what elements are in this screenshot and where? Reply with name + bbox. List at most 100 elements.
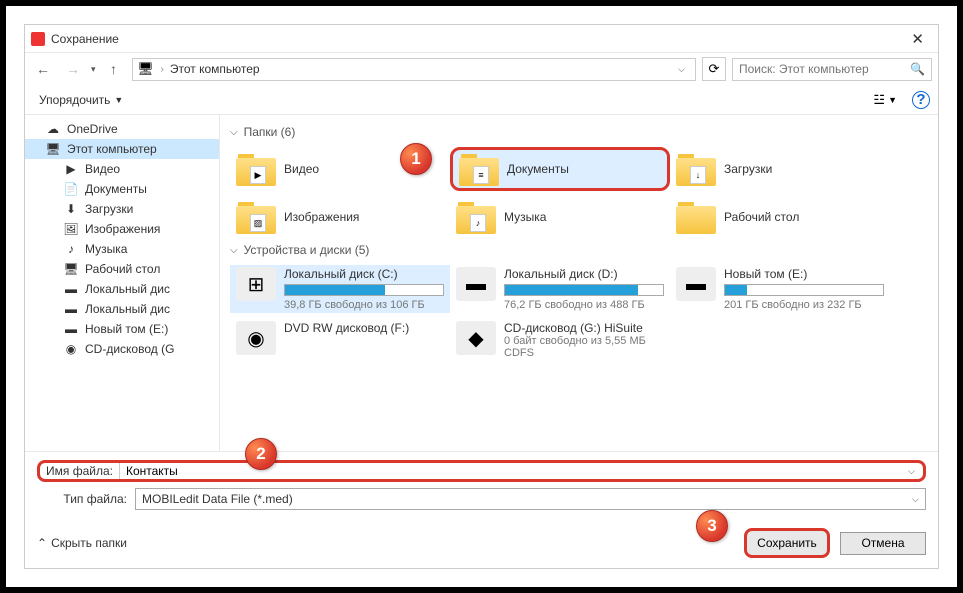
sidebar-item-4[interactable]: ⬇Загрузки: [25, 199, 219, 219]
drive-free-space: 0 байт свободно из 5,55 МБ: [504, 335, 664, 347]
drive-fs: CDFS: [504, 347, 664, 359]
drive-usage-bar: [504, 284, 664, 296]
callout-badge-1: 1: [400, 143, 432, 175]
window-title: Сохранение: [51, 32, 903, 46]
help-icon[interactable]: ?: [912, 91, 930, 109]
sidebar-item-9[interactable]: ▬ Локальный дис: [25, 299, 219, 319]
organize-button[interactable]: Упорядочить ▼: [33, 89, 129, 111]
sidebar-item-0[interactable]: ☁ OneDrive: [25, 119, 219, 139]
address-dropdown-icon[interactable]: ⌵: [672, 64, 691, 75]
view-options-button[interactable]: ☳ ▼: [868, 89, 902, 111]
drive-icon: ◉: [236, 321, 276, 355]
folder-name: Изображения: [284, 210, 359, 224]
sidebar-item-10[interactable]: ▬Новый том (E:): [25, 319, 219, 339]
drive-icon: ▬: [63, 281, 79, 297]
folder-icon: ↓: [676, 152, 716, 186]
hide-folders-button[interactable]: ⌃ Скрыть папки: [37, 536, 127, 550]
sidebar-item-2[interactable]: ▶Видео: [25, 159, 219, 179]
nav-up-icon[interactable]: ↑: [102, 57, 126, 81]
search-box[interactable]: 🔍: [732, 58, 932, 81]
nav-history-dropdown[interactable]: ▾: [91, 64, 96, 75]
sidebar-item-8[interactable]: ▬Локальный дис: [25, 279, 219, 299]
picture-icon: 🖼: [63, 221, 79, 237]
drive-name: Локальный диск (D:): [504, 267, 664, 281]
sidebar-item-label: OneDrive: [67, 122, 118, 136]
drive-name: Локальный диск (C:): [284, 267, 444, 281]
sidebar-item-label: Рабочий стол: [85, 262, 160, 276]
cd-icon: ◉: [63, 341, 79, 357]
drive-item[interactable]: ▬Новый том (E:)201 ГБ свободно из 232 ГБ: [670, 265, 890, 313]
drive-icon: ▬: [63, 321, 79, 337]
filetype-combo[interactable]: MOBILedit Data File (*.med) ⌵: [135, 488, 926, 510]
music-icon: ♪: [63, 241, 79, 257]
drive-free-space: 76,2 ГБ свободно из 488 ГБ: [504, 299, 664, 311]
folder-item[interactable]: ↓Загрузки: [670, 147, 890, 191]
refresh-icon[interactable]: ⟳: [702, 57, 726, 81]
chevron-down-icon: ▼: [114, 95, 123, 105]
desktop-icon: 🖥: [63, 261, 79, 277]
save-button[interactable]: Сохранить: [744, 528, 830, 558]
nav-back-icon[interactable]: ←: [31, 57, 55, 81]
folder-icon: ▨: [236, 200, 276, 234]
chevron-right-icon: ›: [161, 64, 164, 75]
folder-item[interactable]: ♪Музыка: [450, 195, 670, 239]
folder-item[interactable]: ▨ Изображения: [230, 195, 450, 239]
close-icon[interactable]: ✕: [903, 30, 932, 48]
callout-badge-3: 3: [696, 510, 728, 542]
chevron-up-icon: ⌃: [37, 536, 47, 550]
callout-badge-2: 2: [245, 438, 277, 470]
sidebar-item-7[interactable]: 🖥 Рабочий стол: [25, 259, 219, 279]
cancel-button[interactable]: Отмена: [840, 532, 926, 555]
filename-label: Имя файла:: [40, 463, 120, 479]
cloud-icon: ☁: [45, 121, 61, 137]
sidebar-item-label: CD-дисковод (G: [85, 342, 174, 356]
folder-name: Рабочий стол: [724, 210, 799, 224]
sidebar-item-1[interactable]: 🖥 Этот компьютер: [25, 139, 219, 159]
drive-item[interactable]: ◉ DVD RW дисковод (F:): [230, 319, 450, 361]
sidebar-item-label: Этот компьютер: [67, 142, 157, 156]
sidebar: ☁ OneDrive 🖥 Этот компьютер ▶Видео📄Документы…: [25, 115, 220, 451]
chevron-down-icon: ⌵: [912, 494, 919, 505]
folder-item[interactable]: ≡Документы: [450, 147, 670, 191]
sidebar-item-6[interactable]: ♪ Музыка: [25, 239, 219, 259]
app-icon: [31, 32, 45, 46]
drive-name: Новый том (E:): [724, 267, 884, 281]
sidebar-item-label: Музыка: [85, 242, 127, 256]
video-icon: ▶: [63, 161, 79, 177]
search-input[interactable]: [739, 62, 910, 76]
filename-input[interactable]: [120, 463, 900, 479]
address-bar[interactable]: 🖥 › Этот компьютер ⌵: [132, 58, 696, 81]
sidebar-item-5[interactable]: 🖼Изображения: [25, 219, 219, 239]
pc-icon: 🖥: [137, 61, 155, 77]
drive-free-space: 201 ГБ свободно из 232 ГБ: [724, 299, 884, 311]
sidebar-item-label: Локальный дис: [85, 302, 170, 316]
folders-group-header[interactable]: ⌵ Папки (6): [230, 125, 928, 139]
drives-group-header[interactable]: ⌵ Устройства и диски (5): [230, 243, 928, 257]
filetype-label: Тип файла:: [37, 492, 127, 506]
titlebar: Сохранение ✕: [25, 25, 938, 53]
drive-name: DVD RW дисковод (F:): [284, 321, 444, 335]
chevron-down-icon: ⌵: [230, 245, 238, 256]
drive-icon: ▬: [456, 267, 496, 301]
sidebar-item-3[interactable]: 📄Документы: [25, 179, 219, 199]
pc-icon: 🖥: [45, 141, 61, 157]
drive-icon: ▬: [63, 301, 79, 317]
drive-item[interactable]: ⊞Локальный диск (C:)39,8 ГБ свободно из …: [230, 265, 450, 313]
download-icon: ⬇: [63, 201, 79, 217]
nav-forward-icon: →: [61, 57, 85, 81]
drive-item[interactable]: ◆CD-дисковод (G:) HiSuite0 байт свободно…: [450, 319, 670, 361]
folder-icon: ♪: [456, 200, 496, 234]
toolbar: Упорядочить ▼ ☳ ▼ ?: [25, 85, 938, 115]
content-pane: ⌵ Папки (6) ▶Видео≡Документы↓Загрузки▨Из…: [220, 115, 938, 451]
document-icon: 📄: [63, 181, 79, 197]
folder-icon: ≡: [459, 152, 499, 186]
drive-usage-bar: [284, 284, 444, 296]
drive-usage-bar: [724, 284, 884, 296]
drive-free-space: 39,8 ГБ свободно из 106 ГБ: [284, 299, 444, 311]
folder-item[interactable]: Рабочий стол: [670, 195, 890, 239]
chevron-down-icon[interactable]: ⌵: [900, 466, 923, 477]
chevron-down-icon: ⌵: [230, 127, 238, 138]
sidebar-item-11[interactable]: ◉ CD-дисковод (G: [25, 339, 219, 359]
drive-item[interactable]: ▬ Локальный диск (D:) 76,2 ГБ свободно из …: [450, 265, 670, 313]
footer: ⌃ Скрыть папки Сохранить Отмена 3: [25, 520, 938, 568]
